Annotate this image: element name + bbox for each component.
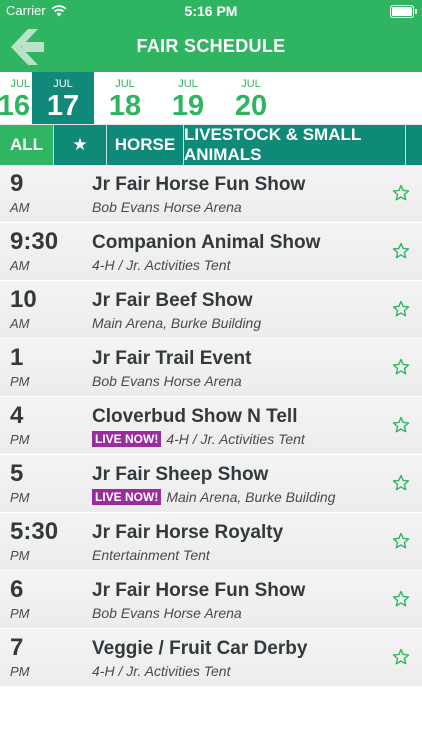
- date-item-20[interactable]: JUL 20: [220, 72, 282, 124]
- favorite-star-icon[interactable]: [392, 648, 410, 666]
- event-row[interactable]: 1 PM Jr Fair Trail Event Bob Evans Horse Ar…: [0, 339, 422, 397]
- event-time: 9:30: [10, 228, 59, 255]
- event-time: 5:30: [10, 518, 59, 545]
- page-title: FAIR SCHEDULE: [136, 36, 286, 56]
- status-time: 5:16 PM: [184, 3, 238, 19]
- date-month: JUL: [53, 78, 73, 90]
- event-location-line: Entertainment Tent: [92, 547, 210, 563]
- event-title: Companion Animal Show: [92, 232, 321, 253]
- favorite-star-icon[interactable]: [392, 242, 410, 260]
- tab-label: LIVESTOCK & SMALL ANIMALS: [184, 125, 361, 164]
- live-now-badge: LIVE NOW!: [92, 489, 162, 505]
- event-ampm: AM: [10, 200, 30, 215]
- event-title: Veggie / Fruit Car Derby: [92, 638, 308, 659]
- event-time: 6: [10, 576, 24, 603]
- nav-bar: FAIR SCHEDULE: [0, 22, 422, 72]
- star-icon: ★: [72, 135, 88, 154]
- event-location: 4-H / Jr. Activities Tent: [166, 431, 305, 447]
- event-location: 4-H / Jr. Activities Tent: [92, 257, 231, 273]
- event-title: Jr Fair Horse Fun Show: [92, 174, 306, 195]
- date-month: JUL: [178, 78, 198, 90]
- event-time: 9: [10, 170, 24, 197]
- favorite-star-icon[interactable]: [392, 300, 410, 318]
- event-time: 7: [10, 634, 24, 661]
- event-row[interactable]: 7 PM Veggie / Fruit Car Derby 4-H / Jr. Act…: [0, 629, 422, 687]
- event-location: Bob Evans Horse Arena: [92, 605, 242, 621]
- date-month: JUL: [115, 78, 135, 90]
- favorite-star-icon[interactable]: [392, 532, 410, 550]
- event-title: Jr Fair Horse Royalty: [92, 522, 284, 543]
- event-location: Bob Evans Horse Arena: [92, 373, 242, 389]
- event-title: Cloverbud Show N Tell: [92, 406, 298, 427]
- event-row[interactable]: 5:30 PM Jr Fair Horse Royalty Entertainment…: [0, 513, 422, 571]
- event-row[interactable]: 4 PM Cloverbud Show N Tell LIVE NOW! 4-H / J…: [0, 397, 422, 455]
- date-item-16[interactable]: JUL 16: [0, 72, 30, 124]
- event-ampm: PM: [10, 432, 30, 447]
- event-row[interactable]: 10 AM Jr Fair Beef Show Main Arena, Burke B…: [0, 281, 422, 339]
- event-ampm: PM: [10, 548, 30, 563]
- event-location-line: LIVE NOW! 4-H / Jr. Activities Tent: [92, 431, 305, 447]
- event-location-line: Bob Evans Horse Arena: [92, 373, 242, 389]
- event-title: Jr Fair Sheep Show: [92, 464, 269, 485]
- date-item-18[interactable]: JUL 18: [94, 72, 156, 124]
- favorite-star-icon[interactable]: [392, 416, 410, 434]
- event-ampm: PM: [10, 490, 30, 505]
- event-location: Bob Evans Horse Arena: [92, 199, 242, 215]
- event-row[interactable]: 5 PM Jr Fair Sheep Show LIVE NOW! Main Arena…: [0, 455, 422, 513]
- event-location: 4-H / Jr. Activities Tent: [92, 663, 231, 679]
- event-time: 4: [10, 402, 24, 429]
- date-item-17[interactable]: JUL 17: [32, 72, 94, 124]
- event-row[interactable]: 9 AM Jr Fair Horse Fun Show Bob Evans Horse…: [0, 165, 422, 223]
- status-bar: Carrier 5:16 PM: [0, 0, 422, 22]
- date-strip[interactable]: JUL 16 JUL 17 JUL 18 JUL 19 JUL 20: [0, 72, 422, 125]
- event-row[interactable]: 9:30 AM Companion Animal Show 4-H / Jr. Act…: [0, 223, 422, 281]
- tab-favorites[interactable]: ★: [54, 125, 107, 165]
- event-time: 1: [10, 344, 24, 371]
- tab-all[interactable]: ALL: [0, 125, 54, 165]
- filter-bar: ALL ★ HORSE LIVESTOCK & SMALL ANIMALS: [0, 125, 422, 165]
- favorite-star-icon[interactable]: [392, 474, 410, 492]
- event-location: Main Arena, Burke Building: [92, 315, 262, 331]
- event-time: 10: [10, 286, 37, 313]
- event-title: Jr Fair Beef Show: [92, 290, 253, 311]
- favorite-star-icon[interactable]: [392, 590, 410, 608]
- tab-livestock-small-animals[interactable]: LIVESTOCK & SMALL ANIMALS: [184, 125, 406, 165]
- date-day: 19: [171, 90, 205, 122]
- event-ampm: PM: [10, 664, 30, 679]
- event-row[interactable]: 6 PM Jr Fair Horse Fun Show Bob Evans Horse…: [0, 571, 422, 629]
- date-day: 16: [0, 90, 30, 122]
- event-location-line: 4-H / Jr. Activities Tent: [92, 663, 230, 679]
- date-day: 18: [108, 90, 142, 122]
- event-ampm: AM: [10, 258, 30, 273]
- event-location-line: Main Arena, Burke Building: [92, 315, 261, 331]
- live-now-badge: LIVE NOW!: [92, 431, 162, 447]
- date-day: 20: [234, 90, 268, 122]
- event-ampm: AM: [10, 316, 30, 331]
- event-time: 5: [10, 460, 24, 487]
- favorite-star-icon[interactable]: [392, 184, 410, 202]
- tab-horse[interactable]: HORSE: [107, 125, 184, 165]
- event-list: 9 AM Jr Fair Horse Fun Show Bob Evans Horse…: [0, 165, 422, 687]
- date-month: JUL: [10, 78, 30, 90]
- event-location: Main Arena, Burke Building: [166, 489, 336, 505]
- battery-icon: [390, 5, 417, 18]
- event-location-line: LIVE NOW! Main Arena, Burke Building: [92, 489, 335, 505]
- event-title: Jr Fair Horse Fun Show: [92, 580, 306, 601]
- event-title: Jr Fair Trail Event: [92, 348, 252, 369]
- event-location: Entertainment Tent: [92, 547, 210, 563]
- tab-label: ALL: [9, 135, 44, 154]
- event-ampm: PM: [10, 374, 30, 389]
- date-day: 17: [46, 90, 80, 122]
- date-month: JUL: [241, 78, 261, 90]
- event-location-line: Bob Evans Horse Arena: [92, 199, 242, 215]
- event-location-line: 4-H / Jr. Activities Tent: [92, 257, 230, 273]
- date-item-19[interactable]: JUL 19: [157, 72, 219, 124]
- favorite-star-icon[interactable]: [392, 358, 410, 376]
- event-ampm: PM: [10, 606, 30, 621]
- event-location-line: Bob Evans Horse Arena: [92, 605, 242, 621]
- tab-label: HORSE: [114, 135, 176, 154]
